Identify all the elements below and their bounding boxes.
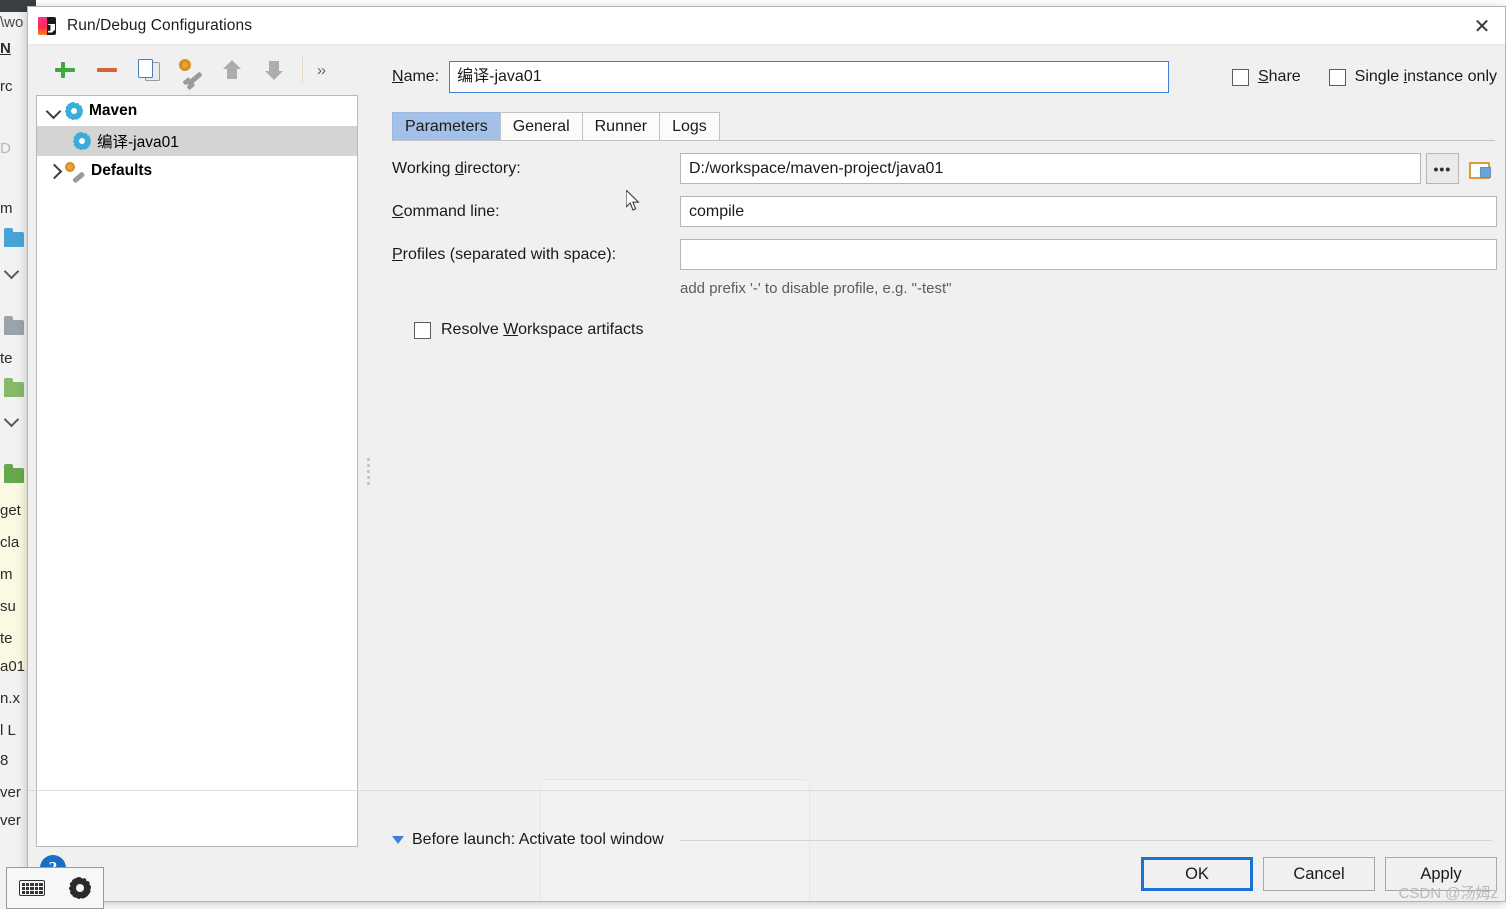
tree-node-label: Defaults [91, 162, 153, 179]
share-checkbox[interactable]: Share [1231, 68, 1301, 86]
ellipsis-icon: ••• [1433, 160, 1452, 177]
ide-folder-icon [4, 378, 24, 397]
keyboard-icon[interactable] [19, 880, 45, 896]
arrow-down-icon [265, 59, 285, 81]
ide-chevron-icon [4, 410, 22, 428]
profiles-hint: add prefix '-' to disable profile, e.g. … [680, 280, 952, 297]
working-directory-value: D:/workspace/maven-project/java01 [689, 159, 944, 177]
minus-icon [97, 68, 117, 72]
dialog-titlebar: Run/Debug Configurations ✕ [28, 7, 1505, 45]
browse-ellipsis-button[interactable]: ••• [1425, 153, 1459, 184]
name-input-value: 编译-java01 [457, 68, 542, 85]
profiles-input[interactable] [680, 239, 1497, 270]
watermark: CSDN @汤姆z [1398, 885, 1498, 902]
command-line-value: compile [689, 202, 745, 220]
gear-icon [65, 102, 83, 120]
footer-separator [28, 790, 1505, 791]
chevron-down-icon[interactable] [45, 101, 65, 121]
command-line-label: Command line: [392, 202, 500, 220]
working-directory-row: Working directory: D:/workspace/maven-pr… [392, 147, 1498, 190]
name-label: Name: [392, 68, 440, 85]
parameters-form: Working directory: D:/workspace/maven-pr… [392, 147, 1498, 339]
tab-runner[interactable]: Runner [581, 112, 661, 141]
checkbox-icon [414, 321, 431, 339]
editor-tabs: Parameters General Runner Logs [392, 111, 720, 141]
toolbar-divider [302, 57, 303, 83]
copy-icon [138, 59, 160, 81]
checkbox-icon [1328, 68, 1346, 86]
triangle-down-icon[interactable] [392, 836, 404, 844]
tree-node-label: Maven [89, 102, 138, 119]
before-launch-rule [679, 839, 1492, 841]
screen-root: \wo N rc D m te get cla m su te a01 n.x … [0, 0, 1506, 909]
tree-node-label: 编译-java01 [97, 134, 179, 151]
wrench-icon [65, 162, 85, 183]
toolbar-overflow-button[interactable]: ›› [309, 62, 333, 79]
gear-icon[interactable] [69, 877, 91, 899]
cancel-button[interactable]: Cancel [1263, 857, 1375, 891]
single-instance-label: Single instance only [1354, 68, 1497, 85]
tabs-underline [392, 140, 1495, 141]
resolve-workspace-artifacts-label: Resolve Workspace artifacts [441, 321, 644, 338]
arrow-up-icon [223, 59, 243, 81]
before-launch-label: Before launch: Activate tool window [412, 831, 664, 848]
ide-folder-icon [4, 228, 24, 247]
run-debug-configurations-dialog: Run/Debug Configurations ✕ ›› Name: 编译-j… [27, 6, 1506, 902]
splitter-grip [367, 458, 371, 492]
intellij-idea-icon [38, 16, 56, 35]
remove-configuration-button[interactable] [86, 53, 128, 87]
profiles-row: Profiles (separated with space): [392, 233, 1497, 276]
command-line-row: Command line: compile [392, 190, 1497, 233]
profiles-label: Profiles (separated with space): [392, 245, 617, 263]
configurations-tree[interactable]: Maven 编译-java01 Defaults [36, 95, 358, 847]
gear-wrench-icon [179, 59, 203, 86]
tree-node-defaults[interactable]: Defaults [37, 156, 357, 186]
tab-parameters[interactable]: Parameters [392, 112, 501, 141]
ok-button[interactable]: OK [1141, 857, 1253, 891]
working-directory-label: Working directory: [392, 159, 521, 177]
edit-templates-button[interactable] [170, 53, 212, 87]
gear-icon [73, 132, 91, 150]
close-icon[interactable]: ✕ [1459, 7, 1505, 45]
before-launch-section: Before launch: Activate tool window [392, 831, 1492, 849]
share-label: Share [1257, 68, 1301, 85]
ide-chevron-icon [4, 262, 22, 280]
pane-splitter[interactable] [358, 95, 380, 855]
folder-icon [1469, 160, 1492, 179]
config-options: Share Single instance only [1231, 57, 1497, 97]
dialog-footer: ? OK Cancel Apply [28, 853, 1505, 901]
command-line-input[interactable]: compile [680, 196, 1497, 227]
tab-general[interactable]: General [499, 112, 583, 141]
ide-folder-icon [4, 316, 24, 335]
ide-run-icon [4, 464, 24, 483]
single-instance-checkbox[interactable]: Single instance only [1328, 68, 1497, 86]
tree-node-maven[interactable]: Maven [37, 96, 357, 126]
chevron-right-icon[interactable] [45, 161, 65, 181]
plus-icon [53, 58, 77, 82]
taskbar [6, 867, 104, 909]
tree-node-compile-java01[interactable]: 编译-java01 [37, 126, 357, 156]
copy-configuration-button[interactable] [128, 53, 170, 87]
tab-logs[interactable]: Logs [659, 112, 720, 141]
working-directory-input[interactable]: D:/workspace/maven-project/java01 [680, 153, 1421, 184]
move-up-button[interactable] [212, 53, 254, 87]
name-input[interactable]: 编译-java01 [449, 61, 1170, 93]
dialog-title: Run/Debug Configurations [67, 16, 253, 34]
checkbox-icon [1231, 68, 1249, 86]
browse-folder-button[interactable] [1463, 153, 1498, 184]
move-down-button[interactable] [254, 53, 296, 87]
resolve-workspace-artifacts-checkbox[interactable]: Resolve Workspace artifacts [414, 321, 1497, 339]
add-configuration-button[interactable] [44, 53, 86, 87]
